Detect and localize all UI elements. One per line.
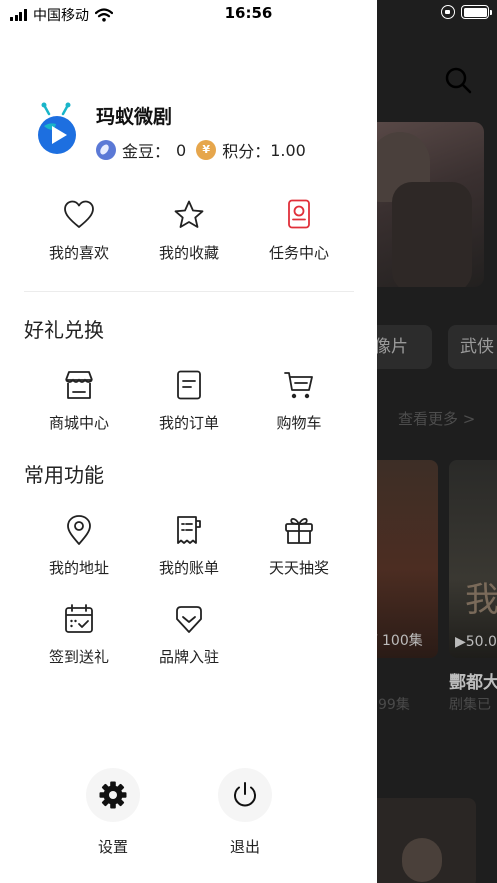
- gift-icon: [285, 517, 313, 544]
- logout-circle: [218, 768, 272, 822]
- star-icon: [174, 200, 204, 228]
- check-in-gift-button[interactable]: 签到送礼: [24, 602, 134, 667]
- my-likes-label: 我的喜欢: [48, 244, 109, 262]
- points-coin-icon: ¥: [196, 140, 217, 160]
- store-center-label: 商城中心: [48, 414, 109, 432]
- status-bar: 中国移动 16:56: [0, 0, 497, 28]
- location-icon: [67, 515, 91, 545]
- power-icon: [234, 782, 256, 807]
- brand-join-button[interactable]: 品牌入驻: [134, 602, 244, 667]
- category-chip[interactable]: 武侠: [448, 325, 497, 369]
- balance-row: 金豆： 0 ¥ 积分： 1.00: [96, 138, 306, 162]
- battery-icon: [461, 5, 492, 19]
- my-address-label: 我的地址: [48, 559, 109, 577]
- order-icon: [177, 370, 201, 400]
- my-bill-button[interactable]: 我的账单: [134, 513, 244, 578]
- search-icon[interactable]: [444, 66, 472, 94]
- my-favorites-label: 我的收藏: [158, 244, 219, 262]
- bill-icon: [177, 516, 201, 544]
- drama-card[interactable]: 我 ▶50.0: [449, 460, 497, 658]
- common-grid-row-2: 签到送礼 品牌入驻: [24, 602, 354, 667]
- shopping-cart-button[interactable]: 购物车: [244, 368, 354, 433]
- app-name: 玛蚁微剧: [96, 106, 173, 128]
- my-orders-label: 我的订单: [158, 414, 219, 432]
- common-grid-row-1: 我的地址 我的账单 天天抽奖: [24, 513, 354, 578]
- drama-card[interactable]: [362, 798, 476, 883]
- gear-icon: [99, 781, 127, 809]
- exchange-grid: 商城中心 我的订单 购物车: [24, 368, 354, 433]
- brand-icon: [176, 606, 202, 633]
- store-icon: [65, 371, 93, 399]
- check-in-gift-label: 签到送礼: [48, 648, 109, 666]
- settings-circle: [86, 768, 140, 822]
- heart-icon: [64, 200, 94, 228]
- shopping-cart-label: 购物车: [276, 414, 322, 432]
- divider: [24, 291, 354, 292]
- episode-count: ▶50.0: [455, 634, 497, 650]
- drama-title[interactable]: 酆都大: [449, 668, 497, 693]
- daily-lottery-button[interactable]: 天天抽奖: [244, 513, 354, 578]
- see-more-link[interactable]: 查看更多 >: [398, 408, 475, 429]
- daily-lottery-label: 天天抽奖: [268, 559, 329, 577]
- points-value: 1.00: [270, 140, 306, 160]
- my-bill-label: 我的账单: [158, 559, 219, 577]
- task-icon: [288, 199, 310, 229]
- task-center-label: 任务中心: [268, 244, 329, 262]
- app-logo-icon: [38, 102, 76, 154]
- beans-value: 0: [176, 140, 187, 160]
- quick-actions: 我的喜欢 我的收藏 任务中心: [24, 198, 354, 263]
- my-address-button[interactable]: 我的地址: [24, 513, 134, 578]
- my-likes-button[interactable]: 我的喜欢: [24, 198, 134, 263]
- cart-icon: [284, 372, 313, 399]
- bean-coin-icon: [96, 140, 116, 160]
- settings-button[interactable]: 设置: [86, 768, 140, 857]
- logout-button[interactable]: 退出: [218, 768, 272, 857]
- task-center-button[interactable]: 任务中心: [244, 198, 354, 263]
- section-title-exchange: 好礼兑换: [24, 318, 104, 342]
- orientation-lock-icon: [441, 5, 455, 19]
- drama-subtitle: 剧集已: [449, 697, 491, 713]
- banner-image[interactable]: [362, 122, 484, 287]
- drama-poster-title: 我: [465, 580, 497, 620]
- status-time: 16:56: [224, 4, 273, 22]
- points-label: 积分：: [222, 142, 271, 161]
- my-favorites-button[interactable]: 我的收藏: [134, 198, 244, 263]
- my-orders-button[interactable]: 我的订单: [134, 368, 244, 433]
- settings-label: 设置: [97, 838, 128, 856]
- store-center-button[interactable]: 商城中心: [24, 368, 134, 433]
- logout-label: 退出: [229, 838, 260, 856]
- drama-subtitle: 99集: [378, 697, 410, 713]
- beans-label: 金豆：: [122, 142, 171, 161]
- profile-header[interactable]: 玛蚁微剧 金豆： 0 ¥ 积分： 1.00: [24, 98, 354, 168]
- brand-join-label: 品牌入驻: [158, 648, 219, 666]
- calendar-check-icon: [65, 604, 93, 633]
- side-drawer: 玛蚁微剧 金豆： 0 ¥ 积分： 1.00 我的喜欢 我的收藏 任务中心 好礼兑…: [0, 0, 377, 883]
- section-title-common: 常用功能: [24, 463, 104, 487]
